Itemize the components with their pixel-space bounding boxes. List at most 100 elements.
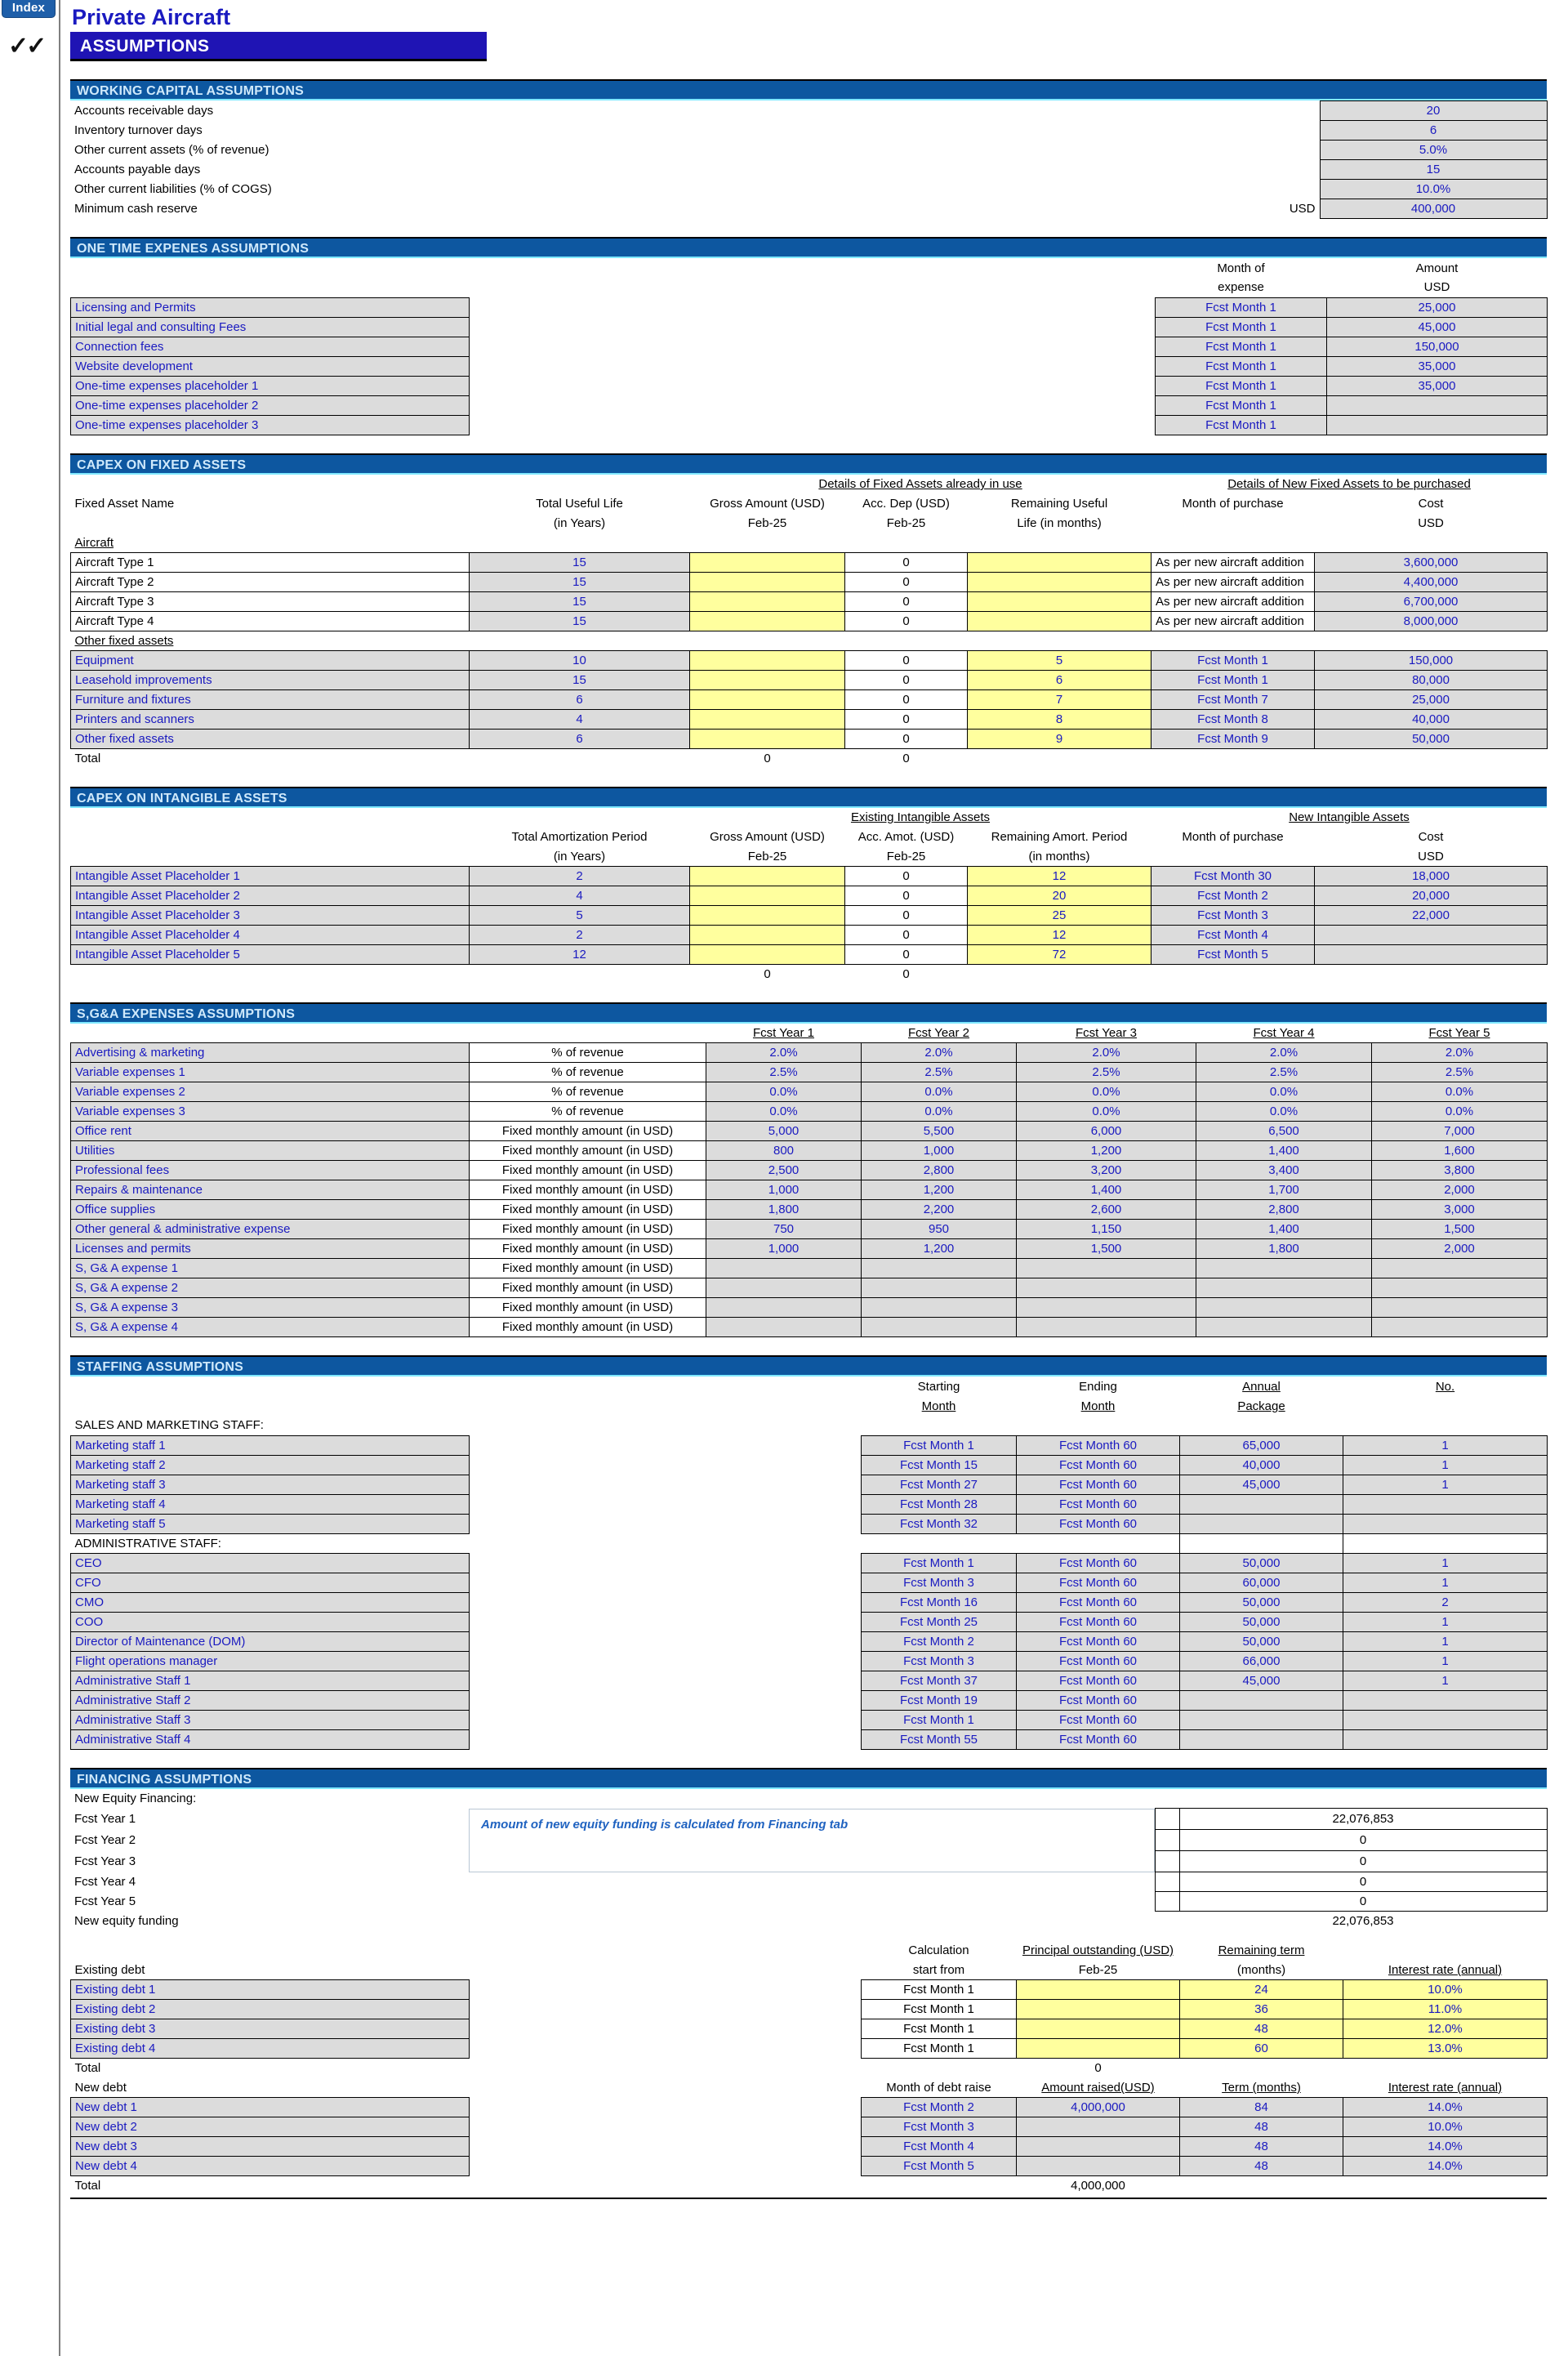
- intangible-acc-amot[interactable]: 0: [844, 925, 968, 945]
- one-time-expense-label[interactable]: One-time expenses placeholder 2: [70, 395, 470, 416]
- sga-value-year-3[interactable]: 0.0%: [1016, 1101, 1196, 1122]
- intangible-amort-period[interactable]: 4: [469, 886, 690, 906]
- other-asset-row-cost[interactable]: 25,000: [1314, 689, 1548, 710]
- sga-value-year-2[interactable]: 2.0%: [861, 1042, 1017, 1063]
- existing-debt-term[interactable]: 60: [1179, 2038, 1343, 2059]
- sga-value-year-1[interactable]: 0.0%: [706, 1101, 862, 1122]
- sga-value-year-5[interactable]: 0.0%: [1371, 1101, 1548, 1122]
- sga-value-year-5[interactable]: 3,000: [1371, 1199, 1548, 1220]
- admin-staff-row-name[interactable]: Administrative Staff 3: [70, 1709, 470, 1730]
- one-time-expense-amount[interactable]: 150,000: [1326, 336, 1548, 357]
- sga-row-label[interactable]: Licenses and permits: [70, 1238, 470, 1259]
- new-debt-name[interactable]: New debt 4: [70, 2156, 470, 2176]
- sales-staff-row-headcount[interactable]: 1: [1343, 1435, 1548, 1456]
- sga-value-year-3[interactable]: 1,200: [1016, 1140, 1196, 1161]
- admin-staff-row-annual-package[interactable]: 50,000: [1179, 1611, 1343, 1632]
- admin-staff-row-headcount[interactable]: [1343, 1689, 1548, 1711]
- admin-staff-row-headcount[interactable]: 1: [1343, 1631, 1548, 1652]
- new-debt-month[interactable]: Fcst Month 2: [861, 2097, 1017, 2117]
- admin-staff-row-name[interactable]: CMO: [70, 1591, 470, 1613]
- sga-row-basis[interactable]: % of revenue: [469, 1042, 706, 1063]
- equity-year-value[interactable]: 0: [1178, 1829, 1548, 1851]
- aircraft-row-useful-life[interactable]: 15: [469, 611, 690, 631]
- sga-value-year-4[interactable]: [1196, 1297, 1372, 1318]
- intangible-cost[interactable]: [1314, 944, 1548, 965]
- sga-row-basis[interactable]: Fixed monthly amount (in USD): [469, 1258, 706, 1278]
- other-asset-row-gross-amount[interactable]: [689, 689, 845, 710]
- admin-staff-row-start-month[interactable]: Fcst Month 37: [861, 1670, 1017, 1691]
- admin-staff-row-start-month[interactable]: Fcst Month 2: [861, 1631, 1017, 1652]
- intangible-purchase-month[interactable]: Fcst Month 3: [1151, 905, 1316, 926]
- aircraft-row-gross-amount[interactable]: [689, 552, 845, 573]
- one-time-expense-month[interactable]: Fcst Month 1: [1155, 414, 1327, 435]
- aircraft-row-purchase-month[interactable]: As per new aircraft addition: [1151, 572, 1316, 592]
- sga-value-year-2[interactable]: 1,200: [861, 1180, 1017, 1200]
- intangible-purchase-month[interactable]: Fcst Month 30: [1151, 866, 1316, 886]
- existing-debt-start[interactable]: Fcst Month 1: [861, 2038, 1017, 2059]
- admin-staff-row-name[interactable]: Administrative Staff 2: [70, 1689, 470, 1711]
- admin-staff-row-name[interactable]: COO: [70, 1611, 470, 1632]
- wc-row-value[interactable]: 400,000: [1319, 199, 1548, 219]
- admin-staff-row-headcount[interactable]: 2: [1343, 1591, 1548, 1613]
- sga-row-label[interactable]: S, G& A expense 4: [70, 1317, 470, 1337]
- other-asset-row-gross-amount[interactable]: [689, 650, 845, 671]
- sga-value-year-3[interactable]: 6,000: [1016, 1121, 1196, 1141]
- admin-staff-row-headcount[interactable]: 1: [1343, 1670, 1548, 1691]
- sga-row-basis[interactable]: Fixed monthly amount (in USD): [469, 1160, 706, 1180]
- existing-debt-rate[interactable]: 13.0%: [1343, 2038, 1548, 2059]
- sales-staff-row-start-month[interactable]: Fcst Month 28: [861, 1493, 1017, 1515]
- admin-staff-row-headcount[interactable]: 1: [1343, 1552, 1548, 1573]
- aircraft-row-name[interactable]: Aircraft Type 4: [70, 611, 470, 631]
- intangible-name[interactable]: Intangible Asset Placeholder 3: [70, 905, 470, 926]
- new-debt-term[interactable]: 48: [1179, 2117, 1343, 2137]
- other-asset-row-acc-dep[interactable]: 0: [844, 689, 968, 710]
- equity-year-value[interactable]: 22,076,853: [1178, 1808, 1548, 1830]
- existing-debt-name[interactable]: Existing debt 2: [70, 1999, 470, 2019]
- admin-staff-row-end-month[interactable]: Fcst Month 60: [1016, 1552, 1180, 1573]
- sga-value-year-4[interactable]: 2,800: [1196, 1199, 1372, 1220]
- intangible-remaining-period[interactable]: 25: [966, 905, 1152, 926]
- sga-value-year-1[interactable]: 1,000: [706, 1180, 862, 1200]
- other-asset-row-acc-dep[interactable]: 0: [844, 729, 968, 749]
- other-asset-row-acc-dep[interactable]: 0: [844, 670, 968, 690]
- one-time-expense-amount[interactable]: [1326, 414, 1548, 435]
- sales-staff-row-name[interactable]: Marketing staff 1: [70, 1435, 470, 1456]
- aircraft-row-acc-dep[interactable]: 0: [844, 611, 968, 631]
- other-asset-row-acc-dep[interactable]: 0: [844, 650, 968, 671]
- aircraft-row-acc-dep[interactable]: 0: [844, 572, 968, 592]
- other-asset-row-name[interactable]: Leasehold improvements: [70, 670, 470, 690]
- admin-staff-row-end-month[interactable]: Fcst Month 60: [1016, 1729, 1180, 1750]
- sga-row-label[interactable]: S, G& A expense 1: [70, 1258, 470, 1278]
- admin-staff-row-name[interactable]: CEO: [70, 1552, 470, 1573]
- sga-row-label[interactable]: Other general & administrative expense: [70, 1219, 470, 1239]
- sga-row-basis[interactable]: Fixed monthly amount (in USD): [469, 1278, 706, 1298]
- sga-value-year-3[interactable]: 2.5%: [1016, 1062, 1196, 1082]
- new-debt-term[interactable]: 48: [1179, 2156, 1343, 2176]
- equity-year-value[interactable]: 0: [1178, 1872, 1548, 1892]
- sga-value-year-3[interactable]: [1016, 1297, 1196, 1318]
- intangible-gross-amount[interactable]: [689, 886, 845, 906]
- admin-staff-row-annual-package[interactable]: [1179, 1729, 1343, 1750]
- sga-value-year-3[interactable]: 1,400: [1016, 1180, 1196, 1200]
- intangible-gross-amount[interactable]: [689, 905, 845, 926]
- sga-value-year-2[interactable]: 1,200: [861, 1238, 1017, 1259]
- aircraft-row-remaining-life[interactable]: [966, 552, 1152, 573]
- existing-debt-start[interactable]: Fcst Month 1: [861, 2019, 1017, 2039]
- one-time-expense-label[interactable]: Initial legal and consulting Fees: [70, 316, 470, 337]
- aircraft-row-cost[interactable]: 3,600,000: [1314, 552, 1548, 573]
- admin-staff-row-headcount[interactable]: [1343, 1729, 1548, 1750]
- sales-staff-row-name[interactable]: Marketing staff 2: [70, 1454, 470, 1475]
- sales-staff-row-end-month[interactable]: Fcst Month 60: [1016, 1513, 1180, 1534]
- admin-staff-row-headcount[interactable]: 1: [1343, 1572, 1548, 1593]
- intangible-amort-period[interactable]: 12: [469, 944, 690, 965]
- admin-staff-row-annual-package[interactable]: 50,000: [1179, 1591, 1343, 1613]
- one-time-expense-amount[interactable]: 45,000: [1326, 316, 1548, 337]
- sga-value-year-1[interactable]: [706, 1317, 862, 1337]
- one-time-expense-amount[interactable]: 35,000: [1326, 355, 1548, 377]
- other-asset-row-name[interactable]: Equipment: [70, 650, 470, 671]
- wc-row-value[interactable]: 5.0%: [1319, 140, 1548, 160]
- admin-staff-row-end-month[interactable]: Fcst Month 60: [1016, 1670, 1180, 1691]
- admin-staff-row-headcount[interactable]: [1343, 1709, 1548, 1730]
- sga-value-year-4[interactable]: 2.0%: [1196, 1042, 1372, 1063]
- aircraft-row-acc-dep[interactable]: 0: [844, 591, 968, 612]
